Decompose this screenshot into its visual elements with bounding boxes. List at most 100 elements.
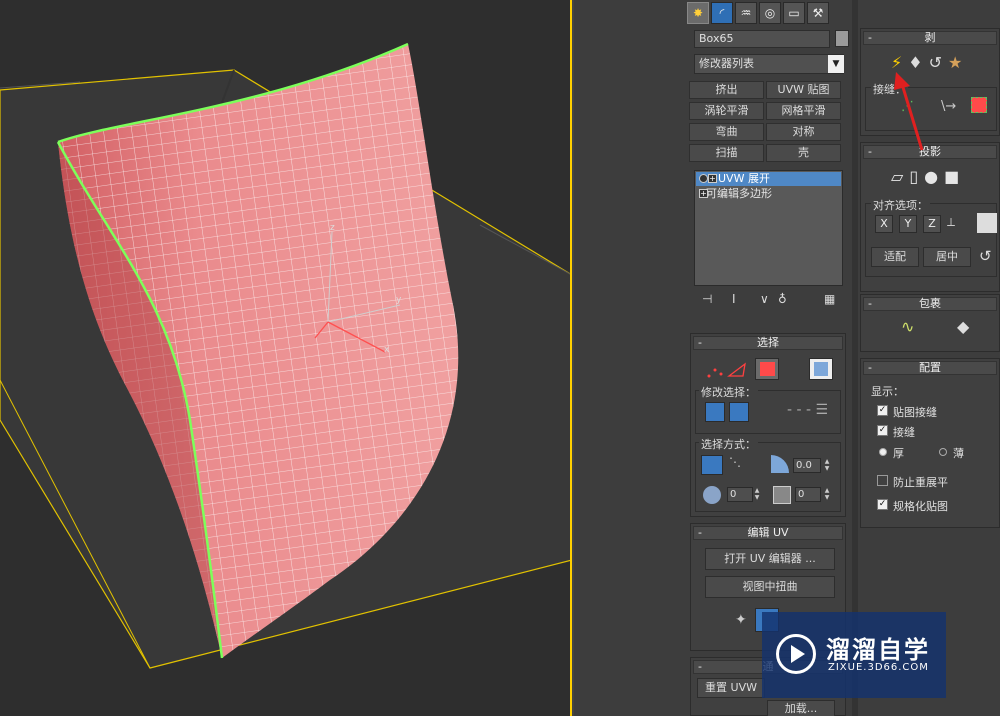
create-tab[interactable]: ✸ — [687, 2, 709, 24]
modifier-button-extrude[interactable]: 挤出 — [689, 81, 764, 99]
gizmo-y-label: y — [396, 295, 402, 305]
align-to-view-icon[interactable]: ⟂ — [947, 215, 955, 230]
modifier-button-symmetry[interactable]: 对称 — [766, 123, 841, 141]
pin-icon[interactable]: ★ — [948, 53, 968, 72]
thin-label: 薄 — [953, 447, 964, 460]
value-spinner-1[interactable]: 0 — [727, 487, 753, 502]
normalize-map-checkbox[interactable]: ✓ — [877, 499, 888, 510]
align-x-button[interactable]: X — [875, 215, 893, 233]
map-seams-label: 贴图接缝 — [893, 406, 937, 419]
expand-icon[interactable]: + — [699, 189, 708, 198]
fit-button[interactable]: 适配 — [871, 247, 919, 267]
spinner-arrows[interactable]: ▲ ▼ — [823, 487, 831, 502]
best-align-icon[interactable] — [977, 213, 997, 233]
viewport-tweak-button[interactable]: 视图中扭曲 — [705, 576, 835, 598]
planar-map-icon[interactable]: ▱ — [891, 167, 909, 186]
grow-selection-button[interactable] — [705, 402, 725, 422]
modifier-button-turbosmooth[interactable]: 涡轮平滑 — [689, 102, 764, 120]
modifier-button-sweep[interactable]: 扫描 — [689, 144, 764, 162]
prevent-reflatten-checkbox[interactable] — [877, 475, 888, 486]
motion-tab[interactable]: ◎ — [759, 2, 781, 24]
reset-projection-icon[interactable]: ↺ — [979, 247, 992, 265]
object-name-field[interactable]: Box65 — [694, 30, 830, 48]
utilities-tab[interactable]: ⚒ — [807, 2, 829, 24]
stack-item-uvw-unwrap[interactable]: + UVW 展开 — [696, 172, 841, 186]
make-unique-icon[interactable]: ∨ — [760, 292, 769, 306]
seams-label: 接缝 — [893, 426, 915, 439]
center-button[interactable]: 居中 — [923, 247, 971, 267]
quick-peel-icon[interactable]: ✦ — [735, 612, 747, 628]
thick-label: 厚 — [893, 447, 904, 460]
configure-sets-icon[interactable]: ▦ — [824, 292, 835, 306]
modifier-button-meshsmooth[interactable]: 网格平滑 — [766, 102, 841, 120]
object-color-swatch[interactable] — [835, 30, 849, 47]
stack-item-label: UVW 展开 — [718, 172, 770, 185]
panel-scrollbar[interactable] — [852, 0, 858, 716]
projection-rollout: - 投影 ▱▯●■ 对齐选项： X Y Z ⟂ 适配 居中 ↺ — [860, 142, 1000, 292]
rollout-header[interactable]: - 配置 — [863, 361, 997, 375]
show-end-result-icon[interactable]: Ⅰ — [732, 292, 736, 306]
ignore-backfaces-button[interactable] — [701, 455, 723, 475]
wrap-rollout: - 包裹 ∿ ◆ — [860, 294, 1000, 352]
thin-radio[interactable] — [939, 448, 947, 456]
rollout-header[interactable]: - 选择 — [693, 336, 843, 350]
rollout-header[interactable]: - 编辑 UV — [693, 526, 843, 540]
align-z-button[interactable]: Z — [923, 215, 941, 233]
perspective-viewport[interactable]: z y x — [0, 0, 572, 716]
sphere-select-icon[interactable] — [703, 486, 721, 504]
remove-modifier-icon[interactable]: ♁ — [778, 292, 787, 306]
seams-checkbox[interactable]: ✓ — [877, 425, 888, 436]
display-tab[interactable]: ▭ — [783, 2, 805, 24]
hierarchy-icon: ♒ — [740, 6, 752, 20]
prevent-reflatten-label: 防止重展平 — [893, 476, 948, 489]
unfold-strip-icon[interactable]: ◆ — [957, 317, 969, 336]
thick-radio[interactable] — [879, 448, 887, 456]
map-seams-checkbox[interactable]: ✓ — [877, 405, 888, 416]
loop-ring-icon[interactable]: - - - ☰ — [787, 402, 828, 418]
box-map-icon[interactable]: ■ — [944, 167, 965, 186]
element-select-button[interactable] — [809, 358, 833, 380]
pin-stack-icon[interactable]: ⊣ — [702, 292, 712, 306]
load-button[interactable]: 加载... — [767, 700, 835, 716]
point-to-point-seams-icon[interactable]: \→ — [941, 99, 956, 114]
cylindrical-map-icon[interactable]: ▯ — [909, 167, 924, 186]
modifier-list-dropdown[interactable]: 修改器列表 — [694, 54, 844, 74]
hierarchy-tab[interactable]: ♒ — [735, 2, 757, 24]
align-options-label: 对齐选项： — [871, 197, 930, 213]
expand-icon[interactable]: + — [708, 174, 717, 183]
value-spinner-2[interactable]: 0 — [795, 487, 821, 502]
point-to-point-icon[interactable]: ⋱ — [729, 455, 741, 469]
face-select-button[interactable] — [755, 358, 779, 380]
modifier-button-shell[interactable]: 壳 — [766, 144, 841, 162]
modifier-button-uvw-map[interactable]: UVW 贴图 — [766, 81, 841, 99]
modifier-stack[interactable]: + UVW 展开 + 可编辑多边形 — [694, 170, 843, 286]
gizmo-x-label: x — [384, 345, 390, 355]
spinner-arrows[interactable]: ▲ ▼ — [753, 487, 761, 502]
watermark-url: ZIXUE.3D66.COM — [828, 662, 929, 673]
light-bulb-icon[interactable] — [699, 174, 708, 183]
shrink-selection-button[interactable] — [729, 402, 749, 422]
rollout-header[interactable]: -剥 — [863, 31, 997, 45]
selection-rollout: - 选择 修改选择： - - - ☰ 选择方式： ⋱ 0.0 ▲ ▼ 0 ▲ ▼ 0 … — [690, 333, 846, 517]
reset-uvw-button[interactable]: 重置 UVW — [697, 678, 765, 698]
modify-tab[interactable]: ◜ — [711, 2, 733, 24]
spinner-arrows[interactable]: ▲ ▼ — [823, 458, 831, 473]
stack-item-editable-poly[interactable]: + 可编辑多边形 — [696, 187, 841, 201]
modifier-button-bend[interactable]: 弯曲 — [689, 123, 764, 141]
gizmo-z-label: z — [330, 223, 335, 233]
vertex-edge-icon[interactable] — [705, 358, 749, 380]
chevron-down-icon[interactable]: ▼ — [828, 55, 844, 73]
seams-from-selection-icon[interactable] — [971, 97, 987, 113]
viewport-canvas[interactable]: z y x — [0, 0, 572, 716]
align-y-button[interactable]: Y — [899, 215, 917, 233]
angle-spinner[interactable]: 0.0 — [793, 458, 821, 473]
annotation-arrow — [894, 72, 924, 151]
configure-rollout: - 配置 显示： ✓ 贴图接缝 ✓ 接缝 厚 薄 防止重展平 ✓ 规格化贴图 — [860, 358, 1000, 528]
grid-select-icon[interactable] — [773, 486, 791, 504]
spherical-map-icon[interactable]: ● — [924, 167, 944, 186]
open-uv-editor-button[interactable]: 打开 UV 编辑器 ... — [705, 548, 835, 570]
projection-icons: ▱▯●■ — [891, 167, 965, 186]
play-logo-icon — [776, 634, 816, 674]
rollout-header[interactable]: - 包裹 — [863, 297, 997, 311]
spline-map-icon[interactable]: ∿ — [901, 317, 914, 336]
